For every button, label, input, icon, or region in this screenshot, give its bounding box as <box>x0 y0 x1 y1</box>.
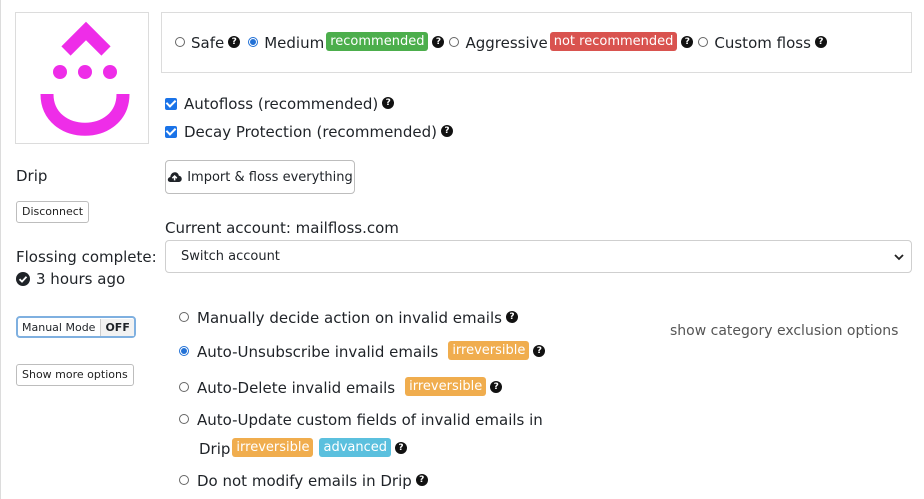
help-icon[interactable]: ? <box>432 35 445 48</box>
irreversible-badge: irreversible <box>232 438 314 457</box>
help-icon[interactable]: ? <box>814 35 827 48</box>
action-delete-row[interactable]: Auto-Delete invalid emails irreversible … <box>179 377 503 397</box>
help-icon[interactable]: ? <box>505 311 518 323</box>
irreversible-badge: irreversible <box>448 341 530 360</box>
category-exclusion-link[interactable]: show category exclusion options <box>670 323 898 339</box>
service-logo <box>15 12 149 144</box>
service-name: Drip <box>16 167 48 185</box>
help-icon[interactable]: ? <box>382 97 395 109</box>
import-floss-button[interactable]: Import & floss everything <box>165 160 355 194</box>
manual-mode-label: Manual Mode <box>22 320 96 334</box>
flossing-time-text: 3 hours ago <box>36 270 126 288</box>
check-circle-icon <box>16 272 30 286</box>
help-icon[interactable]: ? <box>681 35 694 48</box>
safe-label: Safe <box>191 33 225 52</box>
help-icon[interactable]: ? <box>533 344 546 357</box>
aggressive-label: Aggressive <box>465 33 548 52</box>
help-icon[interactable]: ? <box>228 35 241 48</box>
flossing-status-label: Flossing complete: <box>16 248 157 266</box>
autofloss-checkbox-row[interactable]: Autofloss (recommended) ? <box>165 95 395 113</box>
not-recommended-badge: not recommended <box>549 32 678 51</box>
drip-logo-icon <box>40 21 130 136</box>
disconnect-button[interactable]: Disconnect <box>16 201 90 223</box>
action-update-row[interactable]: Auto-Update custom fields of invalid ema… <box>179 411 543 429</box>
action-no-modify-row[interactable]: Do not modify emails in Drip ? <box>179 472 428 490</box>
action-manual-label: Manually decide action on invalid emails <box>197 309 502 327</box>
show-more-options-button[interactable]: Show more options <box>16 364 134 386</box>
help-icon[interactable]: ? <box>490 380 503 393</box>
action-unsubscribe-label: Auto-Unsubscribe invalid emails <box>197 342 439 361</box>
action-manual-row[interactable]: Manually decide action on invalid emails… <box>179 309 518 327</box>
action-unsubscribe-row[interactable]: Auto-Unsubscribe invalid emails irrevers… <box>179 341 546 361</box>
radio-no-modify[interactable] <box>179 475 189 485</box>
help-icon[interactable]: ? <box>395 441 407 454</box>
chevron-down-icon <box>894 254 904 261</box>
flossing-time: 3 hours ago <box>16 270 125 288</box>
left-border <box>0 0 1 499</box>
cloud-upload-icon <box>168 172 182 182</box>
current-account-label: Current account: mailfloss.com <box>165 219 399 237</box>
action-no-modify-label: Do not modify emails in Drip <box>197 472 412 490</box>
radio-safe[interactable] <box>175 36 185 47</box>
radio-update[interactable] <box>179 414 189 424</box>
custom-floss-label: Custom floss <box>714 33 811 52</box>
manual-mode-toggle[interactable]: Manual Mode OFF <box>16 316 136 338</box>
medium-label: Medium <box>264 33 325 52</box>
radio-custom-floss[interactable] <box>698 36 709 47</box>
radio-manual[interactable] <box>179 312 189 322</box>
action-update-label-cont: Drip <box>199 439 231 458</box>
action-delete-label: Auto-Delete invalid emails <box>197 378 396 397</box>
action-update-row-continued: Drip irreversible advanced ? <box>199 438 407 458</box>
radio-aggressive[interactable] <box>449 36 460 47</box>
radio-unsubscribe[interactable] <box>179 345 189 356</box>
help-icon[interactable]: ? <box>415 474 428 486</box>
autofloss-label: Autofloss (recommended) <box>184 95 379 113</box>
irreversible-badge: irreversible <box>405 377 487 396</box>
autofloss-checkbox[interactable] <box>165 98 177 110</box>
radio-medium[interactable] <box>248 36 259 47</box>
decay-protection-checkbox-row[interactable]: Decay Protection (recommended) ? <box>165 123 453 141</box>
floss-level-panel: Safe ? Medium recommended ? Aggressive n… <box>161 12 912 73</box>
radio-delete[interactable] <box>179 381 189 392</box>
manual-mode-state: OFF <box>100 318 134 336</box>
import-floss-label: Import & floss everything <box>187 169 353 185</box>
switch-account-select[interactable]: Switch account <box>165 240 912 273</box>
action-update-label: Auto-Update custom fields of invalid ema… <box>197 411 543 429</box>
switch-account-label: Switch account <box>181 249 280 264</box>
recommended-badge: recommended <box>326 32 429 51</box>
advanced-badge: advanced <box>319 438 391 457</box>
decay-protection-label: Decay Protection (recommended) <box>184 123 437 141</box>
help-icon[interactable]: ? <box>440 125 453 137</box>
decay-protection-checkbox[interactable] <box>165 126 177 138</box>
